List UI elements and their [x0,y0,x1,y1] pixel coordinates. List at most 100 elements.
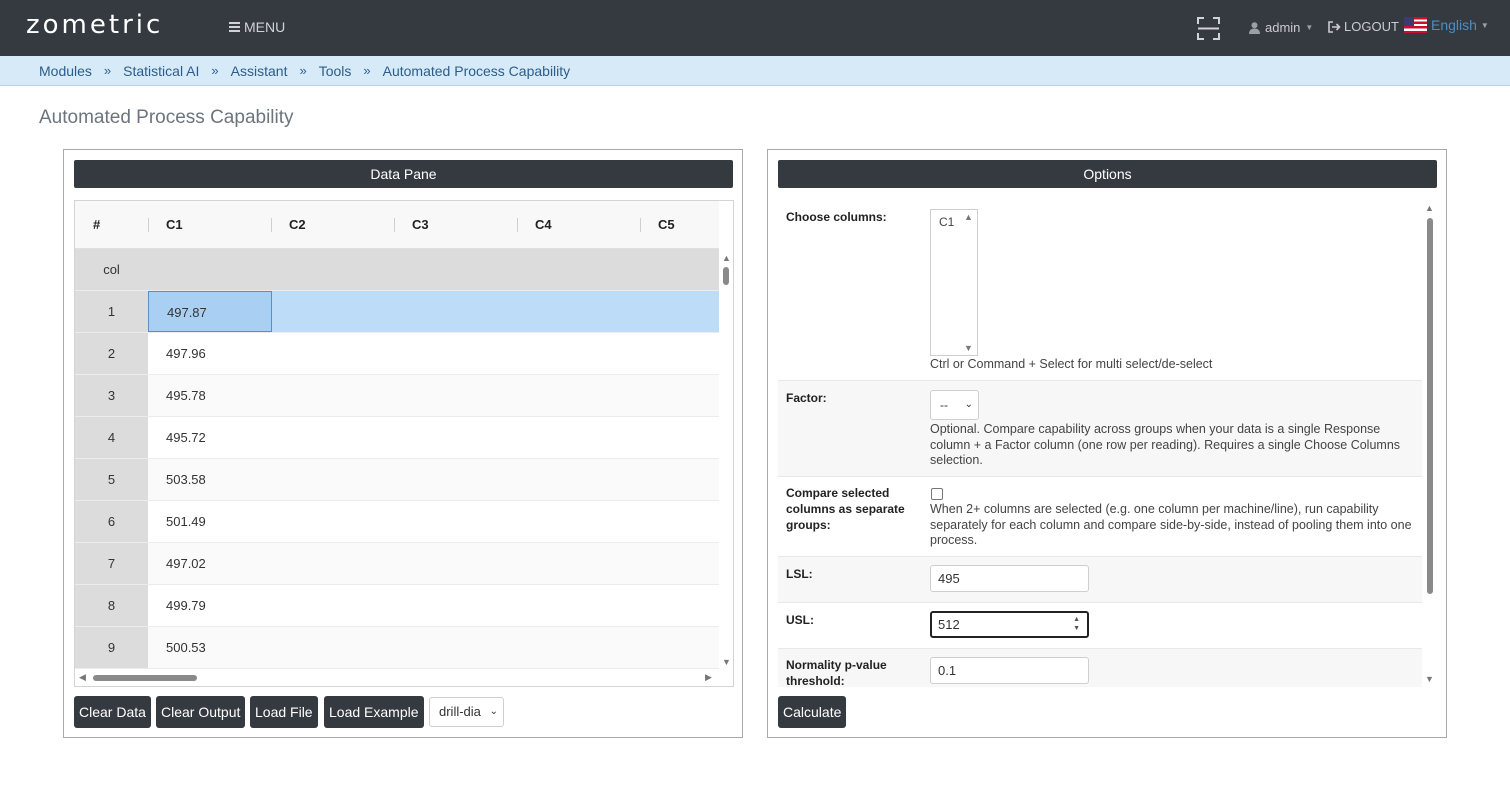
table-row[interactable]: 7 497.02 [75,543,719,585]
load-example-button[interactable]: Load Example [324,696,424,728]
breadcrumb: Modules » Statistical AI » Assistant » T… [0,56,1510,86]
normality-input[interactable]: 0.1 [930,657,1089,684]
cell-c1[interactable]: 500.53 [148,627,272,668]
factor-help: Optional. Compare capability across grou… [930,422,1401,467]
scroll-left-icon[interactable]: ◀ [79,672,86,683]
spinner-icon[interactable]: ▲ ▼ [1073,615,1080,633]
load-file-button[interactable]: Load File [250,696,318,728]
table-row[interactable]: 5 503.58 [75,459,719,501]
column-header-c2[interactable]: C2 [271,201,306,249]
normality-row: Normality p-value threshold: 0.1 [778,649,1422,687]
options-scrollbar[interactable]: ▲ ▼ [1422,200,1438,687]
menu-label: MENU [244,19,286,35]
data-pane-title: Data Pane [74,160,733,188]
breadcrumb-tools[interactable]: Tools [319,63,352,79]
scroll-thumb[interactable] [723,267,729,285]
clear-output-button[interactable]: Clear Output [156,696,246,728]
menu-button[interactable]: MENU [229,19,285,35]
cell-c1[interactable]: 501.49 [148,501,272,542]
factor-label: Factor: [786,391,827,405]
compare-groups-checkbox[interactable] [931,488,943,500]
column-header-c4[interactable]: C4 [517,201,552,249]
scroll-right-icon[interactable]: ▶ [705,672,712,683]
logout-label: LOGOUT [1344,19,1399,34]
usl-row: USL: 512 ▲ ▼ [778,603,1422,649]
user-menu[interactable]: admin ▼ [1249,20,1313,35]
column-header-c5[interactable]: C5 [640,201,675,249]
cell-c1[interactable]: 495.72 [148,417,272,458]
clear-data-button[interactable]: Clear Data [74,696,151,728]
lsl-input[interactable]: 495 [930,565,1089,592]
cell-c1[interactable]: 499.79 [148,585,272,626]
breadcrumb-separator: » [211,63,219,78]
breadcrumb-current[interactable]: Automated Process Capability [383,63,571,79]
hamburger-icon [229,22,240,32]
app-logo[interactable]: zometric [26,10,163,40]
logout-link[interactable]: LOGOUT [1328,19,1399,34]
factor-select[interactable]: -- ⌄ [930,390,979,420]
scroll-down-icon[interactable]: ▼ [1425,674,1434,684]
usl-input[interactable]: 512 ▲ ▼ [930,611,1089,638]
chevron-down-icon: ⌄ [964,399,973,410]
breadcrumb-separator: » [299,63,307,78]
example-dataset-value: drill-dia [439,704,481,719]
normality-label: Normality p-value threshold: [786,658,887,687]
row-index: 8 [75,585,148,626]
table-row[interactable]: 1 497.87 [75,291,719,333]
choose-columns-listbox[interactable]: C1 ▲ ▼ [930,209,978,356]
chevron-down-icon: ▼ [1305,23,1314,32]
breadcrumb-statistical-ai[interactable]: Statistical AI [123,63,199,79]
row-index: 3 [75,375,148,416]
grid-vertical-scrollbar[interactable]: ▲ ▼ [719,249,733,669]
grid-horizontal-scrollbar[interactable]: ◀ ▶ [75,670,733,686]
lsl-value: 495 [938,571,960,586]
compare-groups-row: Compare selected columns as separate gro… [778,477,1422,557]
column-name-row[interactable]: col [75,249,719,291]
cell-c1[interactable]: 503.58 [148,459,272,500]
compare-groups-help: When 2+ columns are selected (e.g. one c… [930,502,1412,547]
data-grid[interactable]: # C1 C2 C3 C4 C5 col 1 497.87 2 497.96 3… [74,200,734,687]
scroll-down-icon[interactable]: ▼ [964,343,973,353]
language-label: English [1431,17,1477,33]
table-row[interactable]: 2 497.96 [75,333,719,375]
scroll-up-icon[interactable]: ▲ [964,212,973,222]
calculate-button[interactable]: Calculate [778,696,847,728]
row-index: 4 [75,417,148,458]
row-index: 6 [75,501,148,542]
user-name: admin [1265,20,1301,35]
scroll-thumb[interactable] [1427,218,1433,594]
cell-c1[interactable]: 495.78 [148,375,272,416]
breadcrumb-assistant[interactable]: Assistant [231,63,288,79]
table-row[interactable]: 6 501.49 [75,501,719,543]
breadcrumb-modules[interactable]: Modules [39,63,92,79]
factor-value: -- [940,398,948,412]
breadcrumb-separator: » [103,63,112,78]
scroll-up-icon[interactable]: ▲ [1425,203,1434,213]
chevron-down-icon: ▼ [1480,20,1489,30]
scroll-thumb[interactable] [93,675,197,681]
example-dataset-select[interactable]: drill-dia ⌄ [429,697,504,727]
row-index: 5 [75,459,148,500]
language-selector[interactable]: English ▼ [1404,17,1489,33]
listbox-option-c1[interactable]: C1 [939,215,954,229]
usl-label: USL: [786,613,814,627]
options-title: Options [778,160,1437,188]
options-panel: Options Choose columns: C1 ▲ ▼ Ctrl or C… [767,149,1447,738]
grid-header: # C1 C2 C3 C4 C5 [75,201,719,249]
table-row[interactable]: 8 499.79 [75,585,719,627]
us-flag-icon [1404,17,1427,33]
scan-icon[interactable] [1197,17,1220,40]
table-row[interactable]: 4 495.72 [75,417,719,459]
table-row[interactable]: 3 495.78 [75,375,719,417]
column-header-c3[interactable]: C3 [394,201,429,249]
cell-c1[interactable]: 497.02 [148,543,272,584]
options-form: Choose columns: C1 ▲ ▼ Ctrl or Command +… [778,200,1438,687]
cell-c1[interactable]: 497.96 [148,333,272,374]
column-header-c1[interactable]: C1 [148,201,183,249]
scroll-up-icon[interactable]: ▲ [722,253,731,263]
cell-c1[interactable]: 497.87 [148,291,272,332]
choose-columns-row: Choose columns: C1 ▲ ▼ Ctrl or Command +… [778,200,1422,381]
scroll-down-icon[interactable]: ▼ [722,657,731,667]
normality-value: 0.1 [938,663,957,678]
table-row[interactable]: 9 500.53 [75,627,719,669]
